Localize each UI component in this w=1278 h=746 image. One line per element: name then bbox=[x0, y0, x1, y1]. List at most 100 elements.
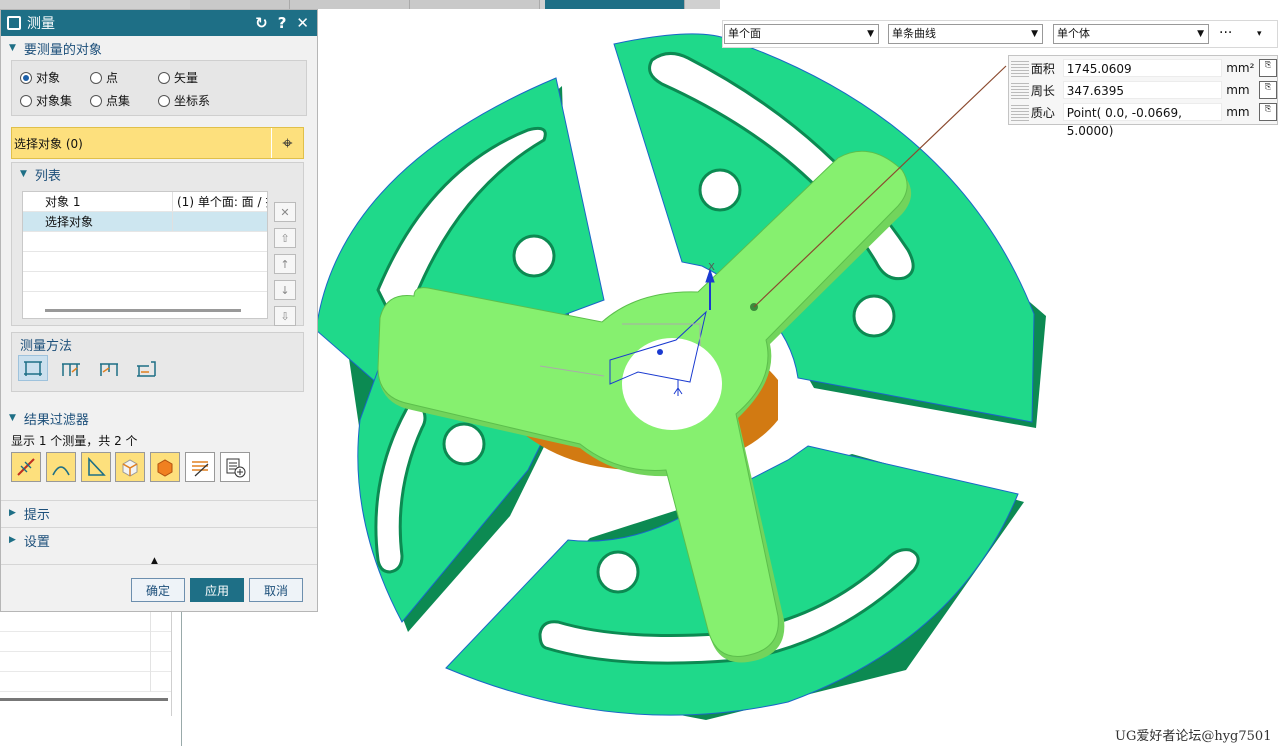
drag-grip-icon[interactable] bbox=[1011, 103, 1029, 121]
collapse-icon: ▼ bbox=[9, 43, 16, 53]
section-label: 结果过滤器 bbox=[23, 412, 89, 428]
list-item bbox=[23, 232, 267, 252]
radio-label: 坐标系 bbox=[174, 94, 211, 108]
radio-button[interactable] bbox=[158, 94, 170, 107]
chevron-down-icon: ▼ bbox=[1031, 29, 1038, 39]
radio-csys[interactable]: 坐标系 bbox=[158, 92, 248, 109]
filter-section: ▼ 结果过滤器 显示 1 个测量，共 2 个 bbox=[1, 406, 317, 482]
result-value: 1745.0609 bbox=[1062, 59, 1223, 77]
select-object-label: 选择对象 (0) bbox=[14, 136, 83, 151]
list-cell bbox=[173, 212, 267, 231]
list-item-selected[interactable]: 选择对象 bbox=[23, 212, 267, 232]
solid-filter-icon[interactable] bbox=[115, 452, 146, 482]
cancel-button[interactable]: 取消 bbox=[249, 578, 303, 602]
radio-point[interactable]: 点 bbox=[90, 69, 158, 86]
origin-point bbox=[657, 349, 663, 355]
result-value: 347.6395 bbox=[1062, 81, 1223, 99]
radio-button[interactable] bbox=[90, 71, 102, 84]
table-row[interactable] bbox=[0, 612, 171, 632]
method-free-icon[interactable] bbox=[18, 355, 48, 381]
ok-button[interactable]: 确定 bbox=[131, 578, 185, 602]
table-row[interactable] bbox=[0, 672, 171, 692]
copy-icon[interactable]: ⎘ bbox=[1259, 59, 1277, 77]
result-unit: mm bbox=[1226, 105, 1250, 119]
select-object-row[interactable]: 选择对象 (0) ⌖ bbox=[11, 127, 304, 159]
apply-button[interactable]: 应用 bbox=[190, 578, 244, 602]
help-icon[interactable]: ? bbox=[278, 14, 287, 32]
table-row[interactable] bbox=[0, 632, 171, 652]
measure-dialog: 测量 ↻ ? ✕ ▼ 要测量的对象 对象 点 矢量 对象集 点集 坐标系 选择对… bbox=[0, 9, 318, 612]
part-navigator-table bbox=[0, 612, 172, 716]
method-angle-icon[interactable] bbox=[94, 355, 124, 381]
method-distance-icon[interactable] bbox=[56, 355, 86, 381]
angle-filter-icon[interactable] bbox=[45, 452, 76, 482]
measure-results-box: 面积 1745.0609 mm² ⎘ 周长 347.6395 mm ⎘ 质心 P… bbox=[1008, 55, 1278, 138]
dropdown-value: 单条曲线 bbox=[892, 27, 936, 40]
list-item bbox=[23, 252, 267, 272]
method-surface-icon[interactable] bbox=[131, 355, 161, 381]
objects-section-header[interactable]: ▼ 要测量的对象 bbox=[1, 36, 317, 60]
move-top-icon[interactable]: ⇧ bbox=[274, 228, 296, 248]
drag-grip-icon[interactable] bbox=[1011, 81, 1029, 99]
object-list: 对象 1 (1) 单个面: 面 / 拉 选择对象 bbox=[22, 191, 268, 319]
radio-object-set[interactable]: 对象集 bbox=[20, 92, 90, 109]
radio-point-set[interactable]: 点集 bbox=[90, 92, 158, 109]
reset-icon[interactable]: ↻ bbox=[255, 14, 268, 32]
table-row[interactable] bbox=[0, 652, 171, 672]
expand-icon: ▶ bbox=[9, 535, 16, 545]
radio-label: 矢量 bbox=[174, 71, 199, 85]
list-section: ▼ 列表 对象 1 (1) 单个面: 面 / 拉 选择对象 ✕ ⇧ ↑ ↓ ⇩ bbox=[11, 162, 304, 326]
measure-list-icon[interactable] bbox=[185, 452, 216, 482]
section-label: 要测量的对象 bbox=[23, 42, 102, 58]
radio-button[interactable] bbox=[158, 71, 170, 84]
settings-section-header[interactable]: ▶ 设置 bbox=[1, 527, 317, 551]
selection-toolbar: 单个面 ▼ 单条曲线 ▼ 单个体 ▼ ··· ▾ bbox=[722, 20, 1278, 48]
radio-label: 对象 bbox=[36, 71, 61, 85]
curve-filter-icon[interactable] bbox=[80, 452, 111, 482]
move-up-icon[interactable]: ↑ bbox=[274, 254, 296, 274]
move-bottom-icon[interactable]: ⇩ bbox=[274, 306, 296, 326]
radio-object[interactable]: 对象 bbox=[20, 69, 90, 86]
more-button[interactable]: ··· bbox=[1219, 25, 1232, 41]
list-item[interactable]: 对象 1 (1) 单个面: 面 / 拉 bbox=[23, 192, 267, 212]
face-filter-dropdown[interactable]: 单个面 ▼ bbox=[724, 24, 879, 44]
list-item bbox=[23, 272, 267, 292]
list-cell: 选择对象 bbox=[23, 212, 173, 231]
distance-filter-icon[interactable] bbox=[11, 452, 41, 482]
radio-vector[interactable]: 矢量 bbox=[158, 69, 248, 86]
splitter[interactable] bbox=[181, 612, 182, 746]
list-cell: 对象 1 bbox=[23, 192, 173, 211]
dialog-title: 测量 bbox=[27, 16, 55, 32]
filter-section-header[interactable]: ▼ 结果过滤器 bbox=[1, 406, 317, 430]
dropdown-value: 单个面 bbox=[728, 27, 761, 40]
drag-grip-icon[interactable] bbox=[1011, 59, 1029, 77]
remove-icon[interactable]: ✕ bbox=[274, 202, 296, 222]
copy-icon[interactable]: ⎘ bbox=[1259, 103, 1277, 121]
section-label: 设置 bbox=[23, 534, 50, 550]
add-measure-icon[interactable] bbox=[219, 452, 250, 482]
toolbar-options-icon[interactable]: ▾ bbox=[1257, 29, 1262, 39]
document-tab[interactable] bbox=[190, 0, 290, 9]
radio-button[interactable] bbox=[90, 94, 102, 107]
section-label: 提示 bbox=[23, 507, 50, 523]
section-label: 测量方法 bbox=[20, 338, 73, 354]
close-icon[interactable]: ✕ bbox=[296, 14, 309, 32]
horizontal-scrollbar[interactable] bbox=[45, 309, 241, 312]
result-unit: mm bbox=[1226, 83, 1250, 97]
result-unit: mm² bbox=[1226, 61, 1255, 75]
list-section-header[interactable]: ▼ 列表 bbox=[12, 163, 303, 185]
move-down-icon[interactable]: ↓ bbox=[274, 280, 296, 300]
result-row-perimeter: 周长 347.6395 mm ⎘ bbox=[1009, 80, 1277, 100]
copy-icon[interactable]: ⎘ bbox=[1259, 81, 1277, 99]
curve-filter-dropdown[interactable]: 单条曲线 ▼ bbox=[888, 24, 1043, 44]
body-filter-dropdown[interactable]: 单个体 ▼ bbox=[1053, 24, 1209, 44]
result-value: Point( 0.0, -0.0669, 5.0000) bbox=[1062, 103, 1223, 138]
result-row-area: 面积 1745.0609 mm² ⎘ bbox=[1009, 58, 1277, 78]
svg-text:X: X bbox=[708, 262, 715, 273]
horizontal-scrollbar[interactable] bbox=[0, 698, 168, 701]
radio-button[interactable] bbox=[20, 94, 32, 107]
radio-button-checked[interactable] bbox=[20, 71, 32, 84]
point-dialog-icon[interactable]: ⌖ bbox=[271, 128, 303, 158]
hint-section-header[interactable]: ▶ 提示 bbox=[1, 500, 317, 524]
mass-filter-icon[interactable] bbox=[150, 452, 181, 482]
